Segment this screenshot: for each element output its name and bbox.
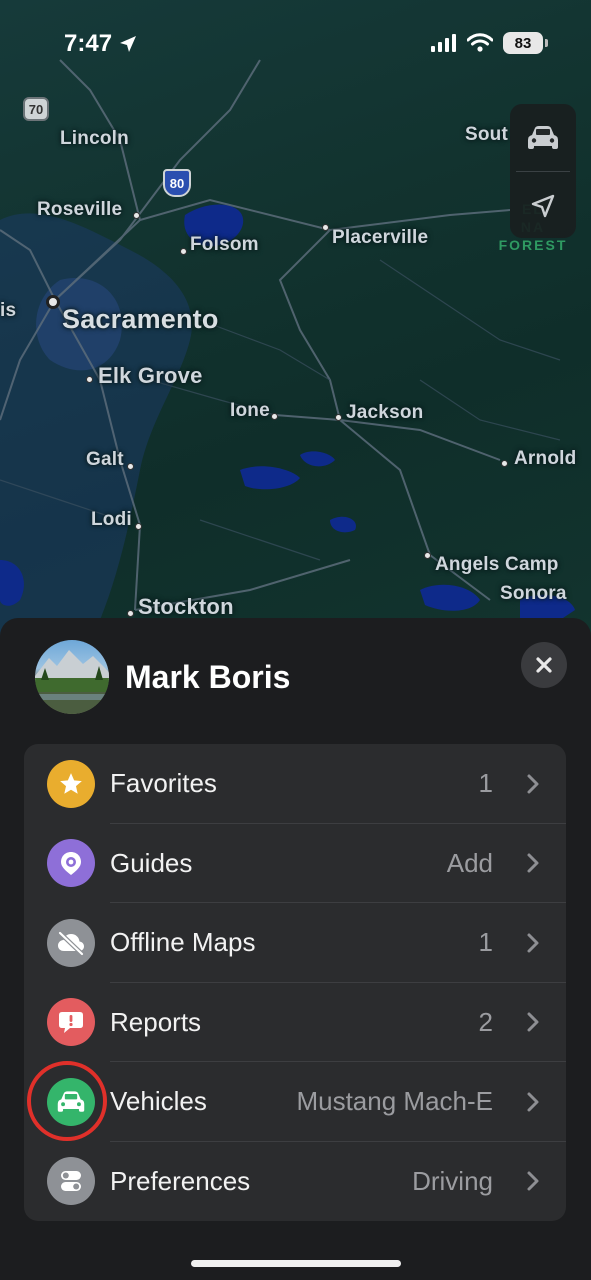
menu-item-label: Guides [110, 847, 193, 878]
toggles-icon [47, 1157, 95, 1206]
menu-item-value: 1 [478, 768, 493, 799]
cellular-signal-icon [431, 34, 456, 52]
city-dot [180, 248, 187, 255]
chevron-right-icon [526, 1011, 540, 1033]
location-arrow-outline-icon [531, 194, 555, 217]
status-indicators: 83 [431, 32, 548, 54]
clock: 7:47 [64, 30, 138, 58]
menu-item-preferences[interactable]: Preferences Driving [24, 1142, 566, 1222]
menu-item-label: Preferences [110, 1165, 251, 1196]
chevron-right-icon [526, 932, 540, 954]
menu-item-value: Driving [412, 1165, 493, 1196]
city-label[interactable]: Jackson [346, 402, 423, 424]
city-dot [271, 413, 278, 420]
map-view[interactable]: 70 80 Lincoln Roseville Folsom Placervil… [0, 0, 591, 700]
city-dot [335, 414, 342, 421]
city-dot [127, 610, 134, 617]
locate-me-button[interactable] [510, 172, 576, 239]
city-label[interactable]: Folsom [190, 234, 259, 256]
menu-item-value: 1 [478, 927, 493, 958]
wifi-icon [467, 33, 493, 52]
cloud-slash-icon [47, 918, 95, 967]
city-label[interactable]: Sonora [500, 583, 567, 605]
state-route-number: 70 [28, 101, 44, 117]
user-name: Mark Boris [125, 658, 291, 695]
city-dot [133, 212, 140, 219]
close-button[interactable] [521, 642, 567, 688]
city-dot [424, 552, 431, 559]
interstate-shield: 80 [163, 169, 191, 197]
chevron-right-icon [526, 852, 540, 874]
menu-item-value: Add [446, 847, 493, 878]
city-label[interactable]: Galt [86, 449, 124, 471]
interstate-number: 80 [169, 175, 185, 191]
menu-item-value: 2 [478, 1006, 493, 1037]
city-dot [501, 460, 508, 467]
chevron-right-icon [526, 773, 540, 795]
city-dot [127, 463, 134, 470]
city-label[interactable]: Roseville [37, 199, 122, 221]
chevron-right-icon [526, 1091, 540, 1113]
menu-item-guides[interactable]: Guides Add [24, 824, 566, 903]
guide-pin-icon [47, 839, 95, 888]
city-label[interactable]: Lincoln [60, 128, 129, 150]
city-label[interactable]: Arnold [514, 448, 576, 470]
city-dot [86, 376, 93, 383]
avatar-landscape-image [35, 650, 109, 714]
menu-item-favorites[interactable]: Favorites 1 [24, 744, 566, 824]
map-controls [510, 104, 576, 238]
battery-indicator: 83 [503, 32, 548, 54]
car-icon [47, 1077, 95, 1126]
city-label[interactable]: is [0, 300, 16, 322]
menu-item-offline-maps[interactable]: Offline Maps 1 [24, 903, 566, 983]
city-label[interactable]: Sout [465, 124, 508, 146]
car-icon [528, 125, 558, 149]
profile-menu: Favorites 1 Guides Add Offline Maps 1 Re… [24, 744, 566, 1221]
menu-item-reports[interactable]: Reports 2 [24, 983, 566, 1062]
star-icon [47, 759, 95, 808]
menu-item-label: Offline Maps [110, 927, 256, 958]
driving-mode-button[interactable] [510, 104, 576, 171]
profile-header: Mark Boris [35, 640, 290, 714]
profile-sheet: Mark Boris Favorites 1 Guides Add Offlin… [0, 618, 591, 1280]
chevron-right-icon [526, 1170, 540, 1192]
location-arrow-icon [120, 36, 137, 52]
close-icon [536, 657, 552, 673]
city-label[interactable]: Stockton [138, 594, 234, 620]
city-dot [322, 224, 329, 231]
city-label[interactable]: Sacramento [62, 304, 219, 335]
menu-item-value: Mustang Mach-E [296, 1086, 493, 1117]
menu-item-label: Vehicles [110, 1086, 207, 1117]
menu-item-vehicles[interactable]: Vehicles Mustang Mach-E [24, 1061, 566, 1142]
city-label[interactable]: Lodi [91, 509, 132, 531]
battery-level: 83 [514, 34, 532, 52]
city-dot [135, 523, 142, 530]
state-route-shield: 70 [23, 97, 49, 121]
menu-item-label: Favorites [110, 768, 217, 799]
menu-item-label: Reports [110, 1006, 202, 1037]
clock-time: 7:47 [64, 30, 113, 57]
city-label[interactable]: Angels Camp [435, 554, 559, 576]
city-label[interactable]: Ione [230, 400, 270, 422]
avatar[interactable] [35, 640, 109, 714]
status-bar: 7:47 83 [0, 0, 591, 88]
city-label[interactable]: Placerville [332, 227, 428, 249]
capital-dot [46, 295, 60, 309]
city-label[interactable]: Elk Grove [98, 363, 203, 389]
exclamation-bubble-icon [47, 998, 95, 1047]
home-indicator[interactable] [191, 1260, 401, 1267]
